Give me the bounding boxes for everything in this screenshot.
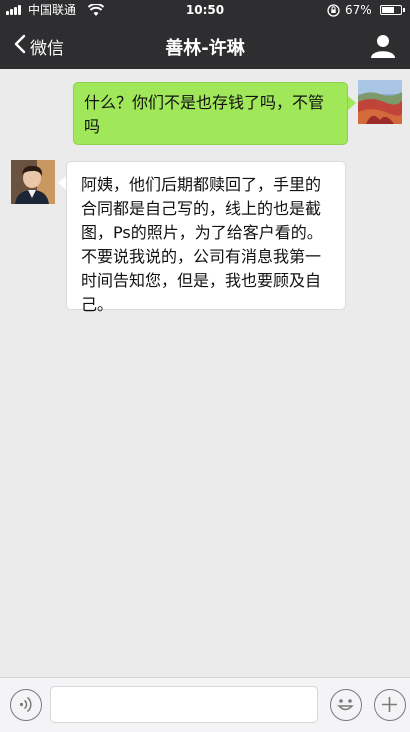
profile-icon[interactable] — [370, 34, 396, 62]
plus-icon[interactable] — [374, 689, 406, 721]
message-input[interactable] — [50, 686, 318, 723]
my-avatar[interactable] — [358, 80, 402, 124]
message-bubble-outgoing[interactable]: 什么？你们不是也存钱了吗，不管吗 — [73, 82, 348, 145]
input-bar — [0, 677, 410, 732]
emoji-icon[interactable] — [330, 689, 362, 721]
message-bubble-incoming[interactable]: 阿姨，他们后期都赎回了，手里的合同都是自己写的，线上的也是截图，Ps的照片，为了… — [66, 161, 346, 314]
top-bar: 中国联通 10:50 67% 微信 善林-许琳 — [0, 0, 410, 69]
voice-icon[interactable] — [10, 689, 42, 721]
battery-icon — [380, 5, 402, 15]
status-bar: 中国联通 10:50 67% — [0, 0, 410, 20]
contact-avatar[interactable] — [11, 160, 55, 204]
chat-title: 善林-许琳 — [165, 38, 245, 59]
nav-bar: 微信 善林-许琳 — [0, 20, 410, 69]
message-text: 什么？你们不是也存钱了吗，不管吗 — [84, 93, 325, 136]
message-text: 阿姨，他们后期都赎回了，手里的合同都是自己写的，线上的也是截图，Ps的照片，为了… — [81, 175, 323, 314]
battery-percent: 67% — [345, 3, 372, 17]
